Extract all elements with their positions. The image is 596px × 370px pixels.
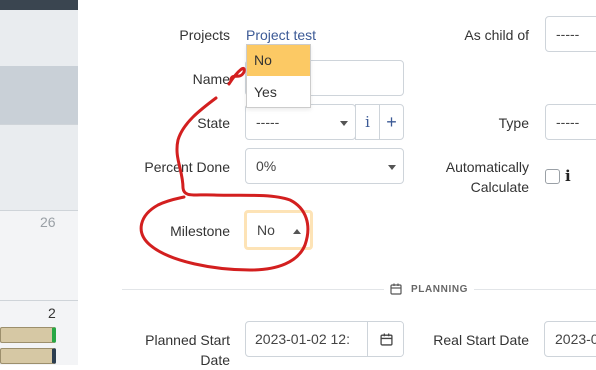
- as-child-of-label: As child of: [464, 27, 529, 43]
- gantt-band: [0, 66, 78, 124]
- planned-start-label: Date: [200, 352, 230, 368]
- real-start-input[interactable]: 2023-0: [544, 321, 596, 357]
- plus-icon: +: [386, 111, 397, 132]
- projects-link[interactable]: Project test: [246, 27, 316, 43]
- chevron-down-icon: [388, 165, 396, 170]
- projects-label: Projects: [179, 27, 230, 43]
- chevron-down-icon: [340, 121, 348, 126]
- gantt-day-number: 26: [40, 214, 56, 230]
- percent-done-label: Percent Done: [144, 159, 230, 175]
- gantt-task-bar[interactable]: [0, 327, 56, 343]
- section-divider: [122, 289, 384, 290]
- calendar-icon: [390, 283, 402, 295]
- date-picker-button[interactable]: [367, 322, 403, 356]
- gantt-day-number: 2: [48, 305, 56, 321]
- state-add-button[interactable]: +: [379, 104, 404, 140]
- planning-header: PLANNING: [411, 284, 469, 295]
- gantt-task-bar[interactable]: [0, 348, 56, 364]
- as-child-of-select[interactable]: -----: [545, 16, 596, 52]
- milestone-select[interactable]: No: [244, 210, 313, 250]
- auto-calc-label: Calculate: [470, 179, 529, 195]
- calendar-icon: [380, 333, 393, 346]
- real-start-label: Real Start Date: [433, 332, 529, 348]
- planned-start-label: Planned Start: [145, 332, 230, 348]
- type-label: Type: [498, 115, 529, 131]
- dropdown-option-no[interactable]: No: [247, 45, 310, 76]
- state-label: State: [197, 115, 230, 131]
- info-icon: i: [365, 113, 370, 131]
- gantt-row-divider: [0, 300, 78, 301]
- state-select[interactable]: -----: [245, 104, 356, 140]
- chevron-up-icon: [293, 229, 301, 234]
- auto-calc-label: Automatically: [445, 159, 529, 175]
- info-icon[interactable]: i: [565, 167, 571, 185]
- percent-done-select[interactable]: 0%: [245, 148, 404, 184]
- dropdown-option-yes[interactable]: Yes: [247, 77, 310, 108]
- state-info-button[interactable]: i: [355, 104, 380, 140]
- type-select[interactable]: -----: [545, 104, 596, 140]
- planned-start-input[interactable]: 2023-01-02 12:: [245, 321, 404, 357]
- auto-calc-checkbox[interactable]: [545, 169, 560, 184]
- milestone-dropdown: No Yes: [246, 44, 311, 108]
- milestone-label: Milestone: [170, 223, 230, 239]
- section-divider: [474, 289, 596, 290]
- gantt-row-divider: [0, 124, 78, 125]
- gantt-header-bar: [0, 0, 78, 10]
- name-label: Name: [192, 71, 230, 87]
- gantt-row-divider: [0, 210, 78, 211]
